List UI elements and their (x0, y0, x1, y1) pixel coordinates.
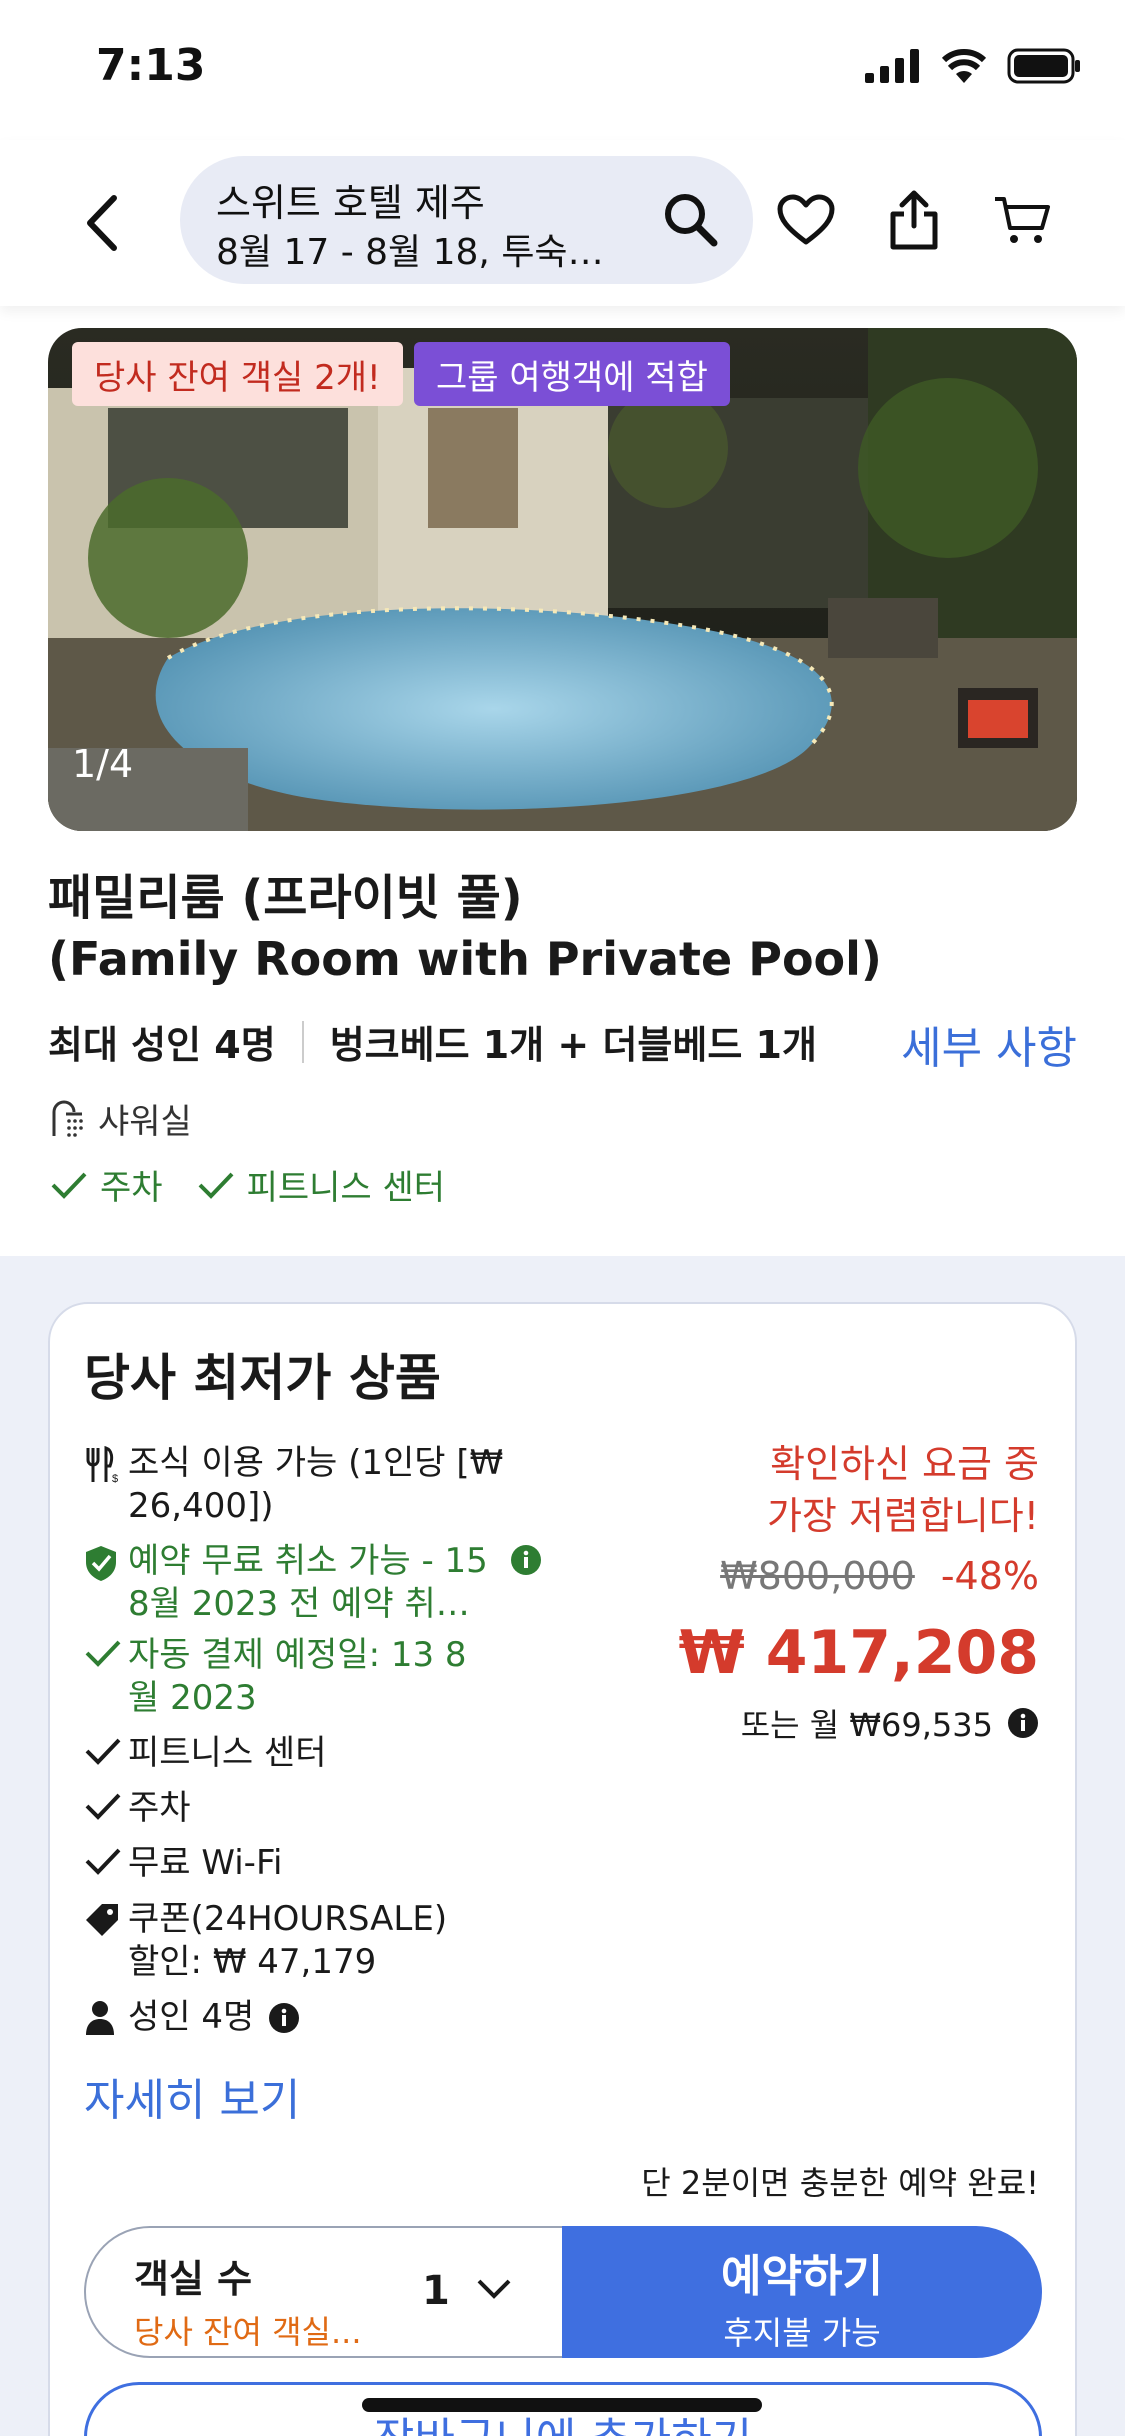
room-count-value: 1 (422, 2268, 450, 2314)
wifi-icon (941, 49, 987, 83)
photo-counter: 1/4 (72, 742, 134, 786)
feature-coupon: 쿠폰(24HOURSALE) 할인: ₩ 47,179 (84, 1898, 488, 1984)
favorite-button[interactable] (774, 188, 838, 252)
breakfast-icon: $ (86, 1446, 118, 1484)
monthly-price: 또는 월 ₩69,535 (740, 1706, 993, 1744)
room-details-link[interactable]: 세부 사항 (901, 1012, 1077, 1076)
bed-configuration: 벙크베드 1개 + 더블베드 1개 (329, 1023, 817, 1067)
info-icon[interactable] (1007, 1707, 1039, 1739)
status-bar: 7:13 (0, 0, 1125, 140)
rooms-left-badge: 당사 잔여 객실 2개! (72, 342, 403, 406)
feature-text: 조식 이용 가능 (1인당 [₩ 26,400]) (128, 1443, 504, 1526)
original-price: ₩800,000 (720, 1554, 915, 1598)
check-icon (85, 1793, 121, 1820)
chevron-down-icon (477, 2279, 511, 2299)
shower-label: 샤워실 (98, 1102, 192, 1142)
room-name-korean: 패밀리룸 (프라이빗 풀) (48, 870, 523, 926)
offer-title: 당사 최저가 상품 (84, 1349, 441, 1407)
max-occupancy: 최대 성인 4명 (48, 1023, 276, 1067)
check-icon (198, 1172, 234, 1199)
room-amenities: 주차 피트니스 센터 (50, 1160, 445, 1209)
feature-breakfast: $ 조식 이용 가능 (1인당 [₩ 26,400]) (84, 1442, 508, 1528)
feature-text: 무료 Wi-Fi (128, 1843, 283, 1883)
feature-adults: 성인 4명 (84, 1996, 300, 2039)
info-icon[interactable] (268, 2002, 300, 2034)
amenity-fitness: 피트니스 센터 (246, 1168, 446, 1208)
feature-wifi: 무료 Wi-Fi (84, 1842, 508, 1885)
book-button-label: 예약하기 (721, 2251, 883, 2302)
room-name-english: (Family Room with Private Pool) (48, 932, 882, 986)
lowest-price-line1: 확인하신 요금 중 (770, 1442, 1039, 1486)
search-icon[interactable] (663, 192, 719, 248)
tag-icon (86, 1904, 118, 1936)
heart-icon (777, 194, 835, 245)
feature-parking: 주차 (84, 1787, 508, 1830)
book-button-sub: 후지불 가능 (723, 2314, 881, 2352)
status-icons (865, 48, 1081, 84)
shower-icon (52, 1100, 83, 1137)
battery-icon (1007, 48, 1080, 84)
final-price: ₩ 417,208 (678, 1618, 1039, 1688)
original-price-row: ₩800,000 -48% (720, 1554, 1039, 1598)
back-button[interactable] (76, 188, 126, 258)
amenity-parking: 주차 (100, 1168, 163, 1208)
feature-text: 성인 4명 (128, 1997, 255, 2037)
home-indicator (362, 2398, 762, 2412)
book-button[interactable]: 예약하기 후지불 가능 (562, 2226, 1042, 2358)
check-icon (51, 1172, 87, 1199)
share-button[interactable] (882, 188, 946, 252)
monthly-price-row: 또는 월 ₩69,535 (741, 1700, 1039, 1746)
feature-fitness: 피트니스 센터 (84, 1732, 508, 1775)
lowest-price-note: 확인하신 요금 중 가장 저렴합니다! (767, 1438, 1039, 1542)
feature-text: 예약 무료 취소 가능 - 15 8월 2023 전 예약 취… (128, 1541, 488, 1624)
svg-text:$: $ (112, 1473, 118, 1484)
feature-text: 쿠폰(24HOURSALE) 할인: ₩ 47,179 (128, 1899, 448, 1982)
person-icon (86, 2001, 114, 2035)
feature-free-cancel: 예약 무료 취소 가능 - 15 8월 2023 전 예약 취… (84, 1540, 518, 1626)
group-travel-badge: 그룹 여행객에 적합 (414, 342, 730, 406)
top-nav: 스위트 호텔 제주 8월 17 - 8월 18, 투숙객 4명 (0, 140, 1125, 306)
discount-percent: -48% (940, 1554, 1039, 1598)
quick-booking-note: 단 2분이면 충분한 예약 완료! (641, 2164, 1039, 2202)
view-more-link[interactable]: 자세히 보기 (84, 2064, 300, 2128)
shower-feature: 샤워실 (50, 1094, 192, 1143)
cart-button[interactable] (990, 188, 1054, 252)
room-count-sub: 당사 잔여 객실... (134, 2313, 362, 2351)
feature-text: 주차 (128, 1788, 191, 1828)
feature-text: 피트니스 센터 (128, 1733, 327, 1773)
check-icon (85, 1738, 121, 1765)
feature-auto-payment: 자동 결제 예정일: 13 8 월 2023 (84, 1634, 478, 1720)
status-time: 7:13 (96, 40, 206, 91)
room-count-selector[interactable]: 객실 수 당사 잔여 객실... 1 (84, 2226, 564, 2358)
divider (301, 1020, 304, 1063)
shield-check-icon (86, 1546, 116, 1581)
search-summary[interactable]: 스위트 호텔 제주 8월 17 - 8월 18, 투숙객 4명 (180, 156, 753, 284)
feature-text: 자동 결제 예정일: 13 8 월 2023 (128, 1635, 467, 1718)
search-dates: 8월 17 - 8월 18, 투숙객 4명 (216, 232, 636, 273)
info-icon[interactable] (510, 1544, 542, 1576)
check-icon (85, 1848, 121, 1875)
room-capacity-row: 최대 성인 4명 벙크베드 1개 + 더블베드 1개 (48, 1014, 817, 1069)
lowest-price-line2: 가장 저렴합니다! (766, 1494, 1039, 1538)
check-icon (85, 1640, 121, 1667)
chevron-left-icon (87, 195, 117, 251)
signal-icon (865, 49, 919, 83)
share-icon (890, 190, 938, 250)
cart-icon (995, 197, 1050, 243)
search-hotel-name: 스위트 호텔 제주 (216, 181, 485, 225)
